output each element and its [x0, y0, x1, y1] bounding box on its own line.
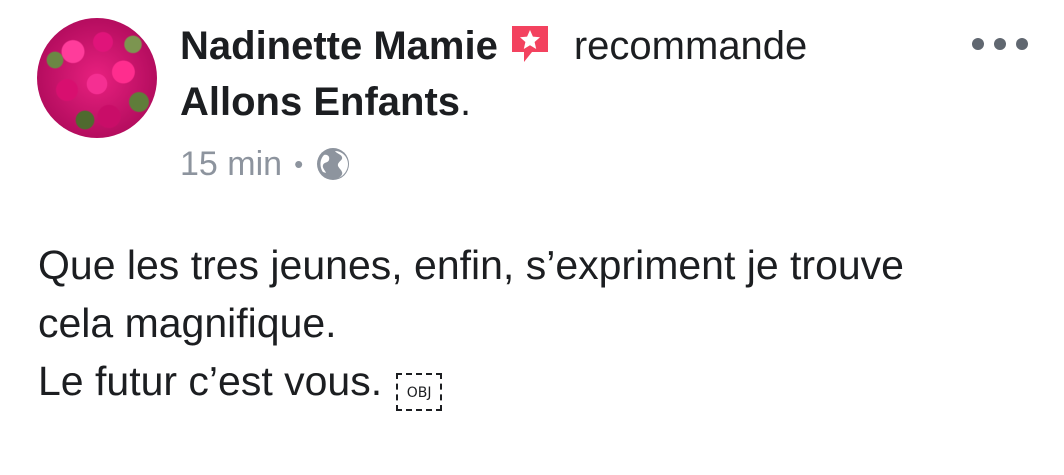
- post-body-line: cela magnifique.: [38, 300, 337, 346]
- post-meta: 15 min •: [180, 142, 351, 186]
- post-timestamp[interactable]: 15 min: [180, 142, 282, 186]
- more-dot: [1016, 38, 1028, 50]
- more-dot: [994, 38, 1006, 50]
- meta-separator: •: [294, 149, 304, 179]
- page-suffix: .: [460, 80, 472, 124]
- recommend-verb: recommande: [573, 24, 808, 68]
- recommended-page-link[interactable]: Allons Enfants: [180, 80, 460, 124]
- post-body-line: Que les tres jeunes, enfin, s’expriment …: [38, 242, 904, 288]
- more-dot: [972, 38, 984, 50]
- more-options-icon[interactable]: [968, 30, 1032, 58]
- globe-icon[interactable]: [315, 146, 351, 182]
- post-body: Que les tres jeunes, enfin, s’expriment …: [38, 236, 1048, 411]
- recommend-star-icon: [511, 26, 548, 62]
- post-body-line: Le futur c’est vous. OBJ: [38, 352, 1048, 411]
- feed-post: Nadinette Mamie recommande Allons Enfant…: [0, 0, 1064, 475]
- author-avatar[interactable]: [37, 18, 157, 138]
- post-body-line-text: Le futur c’est vous.: [38, 358, 383, 404]
- post-header: Nadinette Mamie recommande: [180, 22, 807, 70]
- recommended-page-line: Allons Enfants.: [180, 78, 471, 126]
- object-placeholder-glyph: OBJ: [396, 373, 443, 411]
- author-name[interactable]: Nadinette Mamie: [180, 22, 498, 70]
